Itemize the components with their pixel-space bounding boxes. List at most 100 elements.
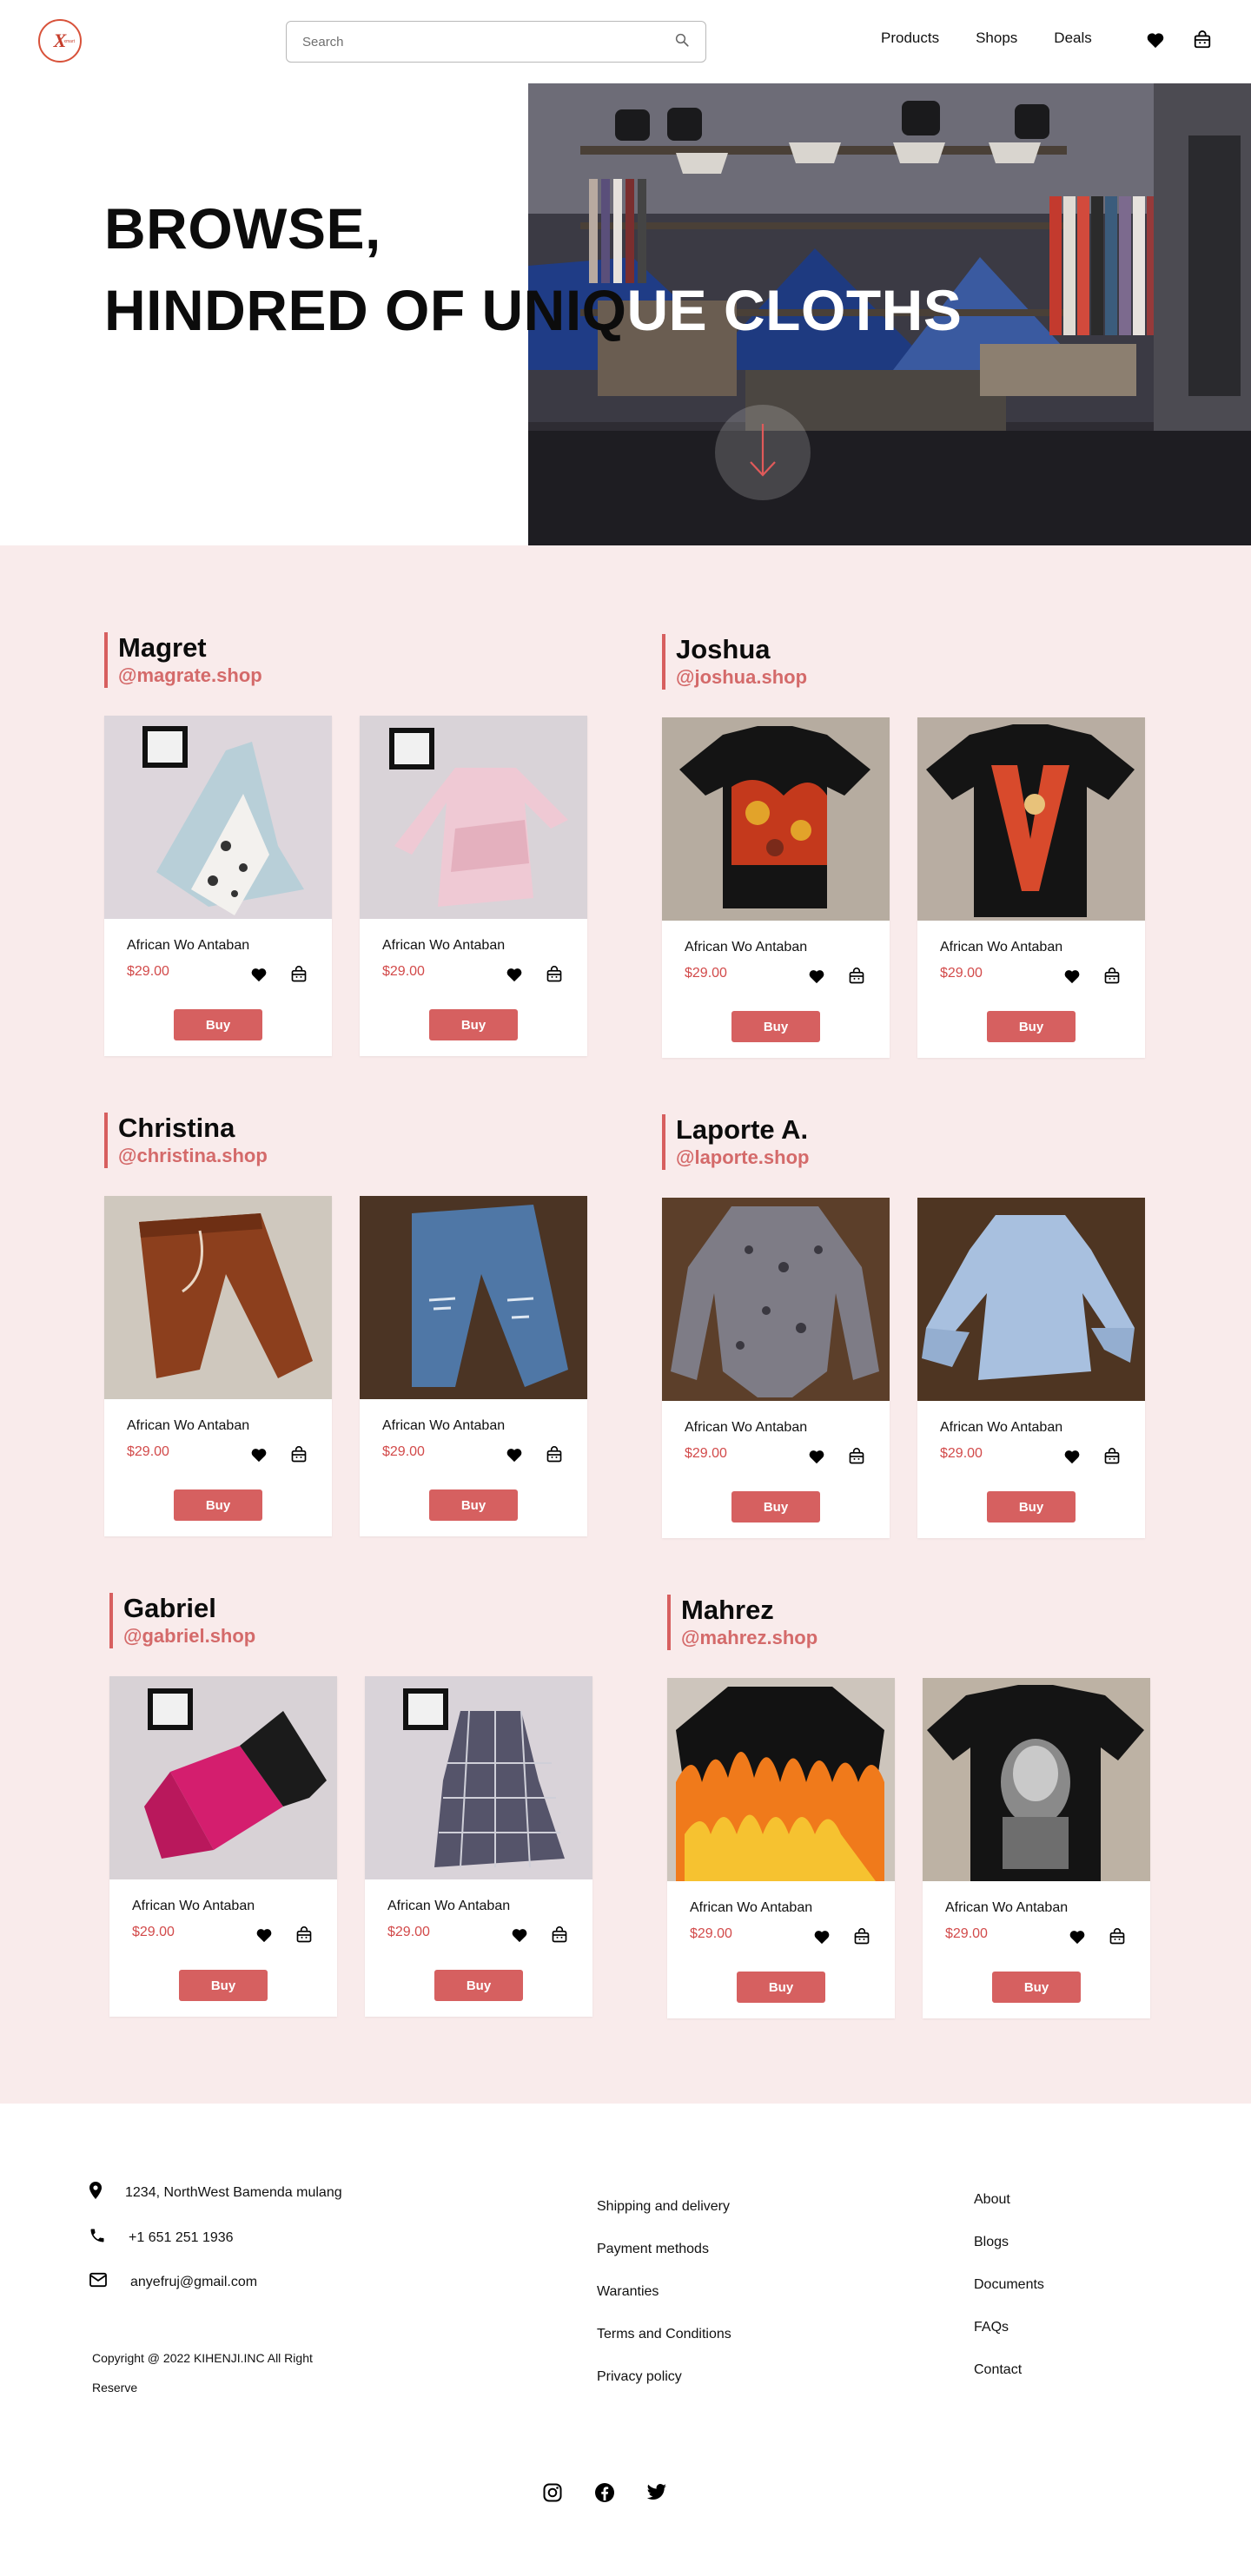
- heart-icon[interactable]: [1062, 966, 1082, 987]
- buy-button[interactable]: Buy: [737, 1972, 825, 2003]
- cart-icon[interactable]: [288, 964, 309, 985]
- brand-logo[interactable]: X xmart: [38, 19, 82, 63]
- header-icons: [1145, 30, 1213, 50]
- heart-icon[interactable]: [806, 1446, 827, 1467]
- nav-shops[interactable]: Shops: [976, 30, 1017, 47]
- heart-icon[interactable]: [811, 1926, 832, 1947]
- product-image[interactable]: [365, 1676, 592, 1879]
- nav-products[interactable]: Products: [881, 30, 939, 47]
- product-card: African Wo Antaban $29.00 Buy: [360, 716, 587, 1056]
- shop-handle[interactable]: @magrate.shop: [118, 664, 591, 688]
- shop-name: Mahrez: [681, 1595, 774, 1625]
- product-actions: [1062, 1446, 1122, 1467]
- cart-icon[interactable]: [544, 1444, 565, 1465]
- footer-link-warranties[interactable]: Waranties: [597, 2284, 659, 2300]
- heart-icon[interactable]: [254, 1925, 275, 1945]
- buy-button[interactable]: Buy: [174, 1489, 262, 1521]
- buy-button[interactable]: Buy: [429, 1009, 518, 1040]
- footer-link-shipping[interactable]: Shipping and delivery: [597, 2199, 730, 2215]
- product-actions: [248, 964, 309, 985]
- product-title: African Wo Antaban: [387, 1899, 511, 1913]
- product-actions: [1067, 1926, 1128, 1947]
- heart-icon[interactable]: [509, 1925, 530, 1945]
- footer-link-blogs[interactable]: Blogs: [974, 2235, 1009, 2250]
- product-image[interactable]: [104, 1196, 332, 1399]
- scroll-down-button[interactable]: [715, 405, 811, 500]
- product-image[interactable]: [360, 1196, 587, 1399]
- shop-handle[interactable]: @laporte.shop: [676, 1146, 1148, 1170]
- product-image[interactable]: [662, 1198, 890, 1401]
- product-image[interactable]: [923, 1678, 1150, 1881]
- buy-button[interactable]: Buy: [179, 1970, 268, 2001]
- shop-header: Christina @christina.shop: [104, 1113, 591, 1168]
- instagram-icon[interactable]: [542, 2482, 563, 2503]
- shop-header: Laporte A. @laporte.shop: [662, 1114, 1148, 1170]
- product-list: African Wo Antaban $29.00 Buy African Wo…: [662, 717, 1145, 1058]
- buy-button[interactable]: Buy: [731, 1491, 820, 1522]
- cart-icon[interactable]: [846, 1446, 867, 1467]
- product-title: African Wo Antaban: [127, 938, 250, 953]
- buy-button[interactable]: Buy: [731, 1011, 820, 1042]
- buy-button[interactable]: Buy: [992, 1972, 1081, 2003]
- shop-name: Gabriel: [123, 1593, 216, 1623]
- product-title: African Wo Antaban: [940, 940, 1063, 954]
- cart-icon[interactable]: [1192, 30, 1213, 50]
- heart-icon[interactable]: [1145, 30, 1166, 50]
- shop-handle[interactable]: @christina.shop: [118, 1144, 591, 1168]
- facebook-icon[interactable]: [594, 2482, 615, 2503]
- product-image[interactable]: [917, 717, 1145, 921]
- buy-button[interactable]: Buy: [174, 1009, 262, 1040]
- product-image[interactable]: [667, 1678, 895, 1881]
- product-actions: [811, 1926, 872, 1947]
- search-input[interactable]: [302, 34, 674, 50]
- hero-line-2-dark: HINDRED OF UNIQ: [104, 278, 627, 342]
- cart-icon[interactable]: [288, 1444, 309, 1465]
- footer-link-payment[interactable]: Payment methods: [597, 2242, 709, 2257]
- heart-icon[interactable]: [504, 964, 525, 985]
- heart-icon[interactable]: [1062, 1446, 1082, 1467]
- buy-button[interactable]: Buy: [987, 1491, 1076, 1522]
- heart-icon[interactable]: [1067, 1926, 1088, 1947]
- cart-icon[interactable]: [851, 1926, 872, 1947]
- shop-block: Mahrez @mahrez.shop African Wo Antaban $…: [667, 1595, 1154, 2018]
- footer-link-about[interactable]: About: [974, 2192, 1010, 2208]
- shop-name: Laporte A.: [676, 1114, 809, 1145]
- cart-icon[interactable]: [294, 1925, 314, 1945]
- cart-icon[interactable]: [846, 966, 867, 987]
- site-footer: 1234, NorthWest Bamenda mulang +1 651 25…: [0, 2104, 1251, 2576]
- shop-block: Christina @christina.shop African Wo Ant…: [104, 1113, 591, 1536]
- footer-link-documents[interactable]: Documents: [974, 2277, 1044, 2293]
- buy-button[interactable]: Buy: [429, 1489, 518, 1521]
- cart-icon[interactable]: [549, 1925, 570, 1945]
- footer-link-terms[interactable]: Terms and Conditions: [597, 2327, 731, 2342]
- shop-header: Mahrez @mahrez.shop: [667, 1595, 1154, 1650]
- email-text[interactable]: anyefruj@gmail.com: [130, 2275, 257, 2290]
- buy-button[interactable]: Buy: [434, 1970, 523, 2001]
- cart-icon[interactable]: [1102, 1446, 1122, 1467]
- footer-link-privacy[interactable]: Privacy policy: [597, 2369, 682, 2385]
- shop-handle[interactable]: @gabriel.shop: [123, 1624, 596, 1648]
- product-image[interactable]: [917, 1198, 1145, 1401]
- footer-link-faqs[interactable]: FAQs: [974, 2320, 1009, 2335]
- cart-icon[interactable]: [1107, 1926, 1128, 1947]
- product-image[interactable]: [104, 716, 332, 919]
- cart-icon[interactable]: [1102, 966, 1122, 987]
- twitter-icon[interactable]: [646, 2482, 667, 2503]
- phone-text[interactable]: +1 651 251 1936: [129, 2230, 234, 2246]
- shop-handle[interactable]: @joshua.shop: [676, 665, 1148, 690]
- heart-icon[interactable]: [248, 964, 269, 985]
- heart-icon[interactable]: [806, 966, 827, 987]
- heart-icon[interactable]: [248, 1444, 269, 1465]
- search-icon[interactable]: [674, 32, 690, 52]
- product-image[interactable]: [109, 1676, 337, 1879]
- shop-handle[interactable]: @mahrez.shop: [681, 1626, 1154, 1650]
- cart-icon[interactable]: [544, 964, 565, 985]
- buy-button[interactable]: Buy: [987, 1011, 1076, 1042]
- product-image[interactable]: [662, 717, 890, 921]
- product-card: African Wo Antaban $29.00 Buy: [923, 1678, 1150, 2018]
- nav-deals[interactable]: Deals: [1054, 30, 1091, 47]
- product-card: African Wo Antaban $29.00 Buy: [109, 1676, 337, 2017]
- heart-icon[interactable]: [504, 1444, 525, 1465]
- footer-link-contact[interactable]: Contact: [974, 2362, 1022, 2378]
- product-image[interactable]: [360, 716, 587, 919]
